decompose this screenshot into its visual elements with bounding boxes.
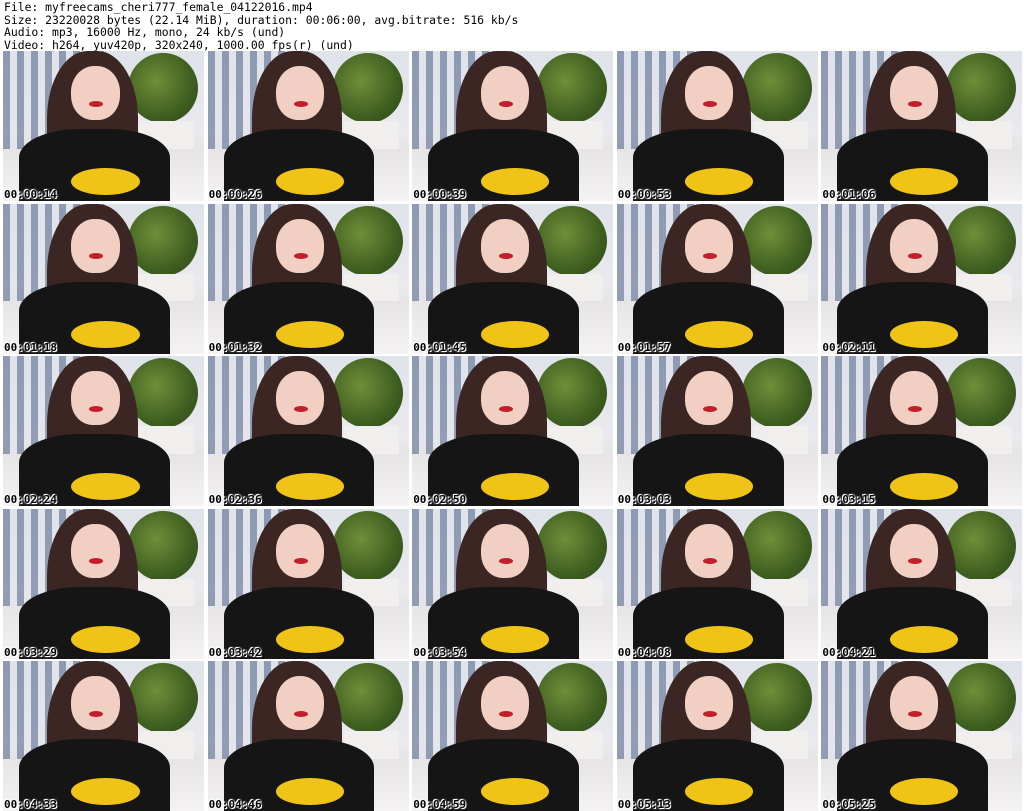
- thumbnail: 00:02:36: [207, 356, 409, 507]
- thumbnail: 00:03:54: [412, 508, 614, 659]
- plant-image: [946, 53, 1017, 123]
- thumbnail-timestamp: 00:01:18: [4, 340, 57, 354]
- thumbnail-timestamp: 00:04:08: [617, 645, 671, 659]
- thumbnail: 00:00:14: [3, 51, 204, 201]
- file-name-line: File: myfreecams_cheri777_female_0412201…: [4, 0, 313, 14]
- thumbnail: 00:02:24: [3, 356, 204, 507]
- thumbnail-timestamp: 00:04:46: [208, 798, 262, 811]
- plant-image: [537, 53, 608, 123]
- thumbnail-timestamp: 00:00:26: [208, 188, 262, 201]
- thumbnail: 00:00:39: [412, 51, 614, 201]
- plant-image: [332, 53, 403, 123]
- thumbnail: 00:02:11: [821, 203, 1023, 354]
- plant-image: [741, 358, 812, 429]
- thumbnail-timestamp: 00:03:03: [617, 493, 671, 507]
- thumbnail-timestamp: 00:05:13: [617, 798, 671, 811]
- audio-line: Audio: mp3, 16000 Hz, mono, 24 kb/s (und…: [4, 25, 286, 39]
- thumbnail-timestamp: 00:04:59: [413, 798, 467, 811]
- thumbnail-timestamp: 00:02:36: [208, 493, 262, 507]
- plant-image: [128, 205, 198, 276]
- thumbnail: 00:01:06: [821, 51, 1023, 201]
- thumbnail: 00:01:18: [3, 203, 204, 354]
- thumbnail-timestamp: 00:04:33: [4, 798, 57, 811]
- thumbnail: 00:01:57: [616, 203, 818, 354]
- plant-image: [332, 663, 403, 734]
- thumbnail: 00:03:42: [207, 508, 409, 659]
- thumbnail-timestamp: 00:03:42: [208, 645, 262, 659]
- thumbnail-timestamp: 00:00:39: [413, 188, 467, 201]
- plant-image: [537, 663, 608, 734]
- thumbnail: 00:00:26: [207, 51, 409, 201]
- plant-image: [741, 510, 812, 581]
- plant-image: [332, 358, 403, 429]
- thumbnail-timestamp: 00:03:54: [413, 645, 467, 659]
- thumbnail: 00:04:08: [616, 508, 818, 659]
- thumbnail-timestamp: 00:02:24: [4, 493, 57, 507]
- thumbnail-timestamp: 00:02:50: [413, 493, 467, 507]
- plant-image: [537, 510, 608, 581]
- thumbnail-grid: 00:00:14 00:00:26 00:00:39 00:00:53 00:0…: [3, 51, 1023, 811]
- thumbnail: 00:03:03: [616, 356, 818, 507]
- thumbnail: 00:04:46: [207, 661, 409, 811]
- plant-image: [332, 510, 403, 581]
- thumbnail-timestamp: 00:03:29: [4, 645, 57, 659]
- plant-image: [741, 205, 812, 276]
- plant-image: [128, 53, 198, 123]
- thumbnail: 00:03:29: [3, 508, 204, 659]
- thumbnail: 00:04:33: [3, 661, 204, 811]
- thumbnail: 00:02:50: [412, 356, 614, 507]
- plant-image: [946, 663, 1017, 734]
- thumbnail: 00:01:45: [412, 203, 614, 354]
- thumbnail-timestamp: 00:00:53: [617, 188, 671, 201]
- thumbnail: 00:05:25: [821, 661, 1023, 811]
- thumbnail: 00:00:53: [616, 51, 818, 201]
- thumbnail-timestamp: 00:05:25: [822, 798, 876, 811]
- file-info-header: File: myfreecams_cheri777_female_0412201…: [4, 1, 518, 51]
- thumbnail: 00:04:21: [821, 508, 1023, 659]
- thumbnail: 00:03:15: [821, 356, 1023, 507]
- plant-image: [332, 205, 403, 276]
- plant-image: [946, 358, 1017, 429]
- video-line: Video: h264, yuv420p, 320x240, 1000.00 f…: [4, 37, 354, 52]
- thumbnail-timestamp: 00:00:14: [4, 188, 57, 201]
- plant-image: [537, 358, 608, 429]
- plant-image: [741, 663, 812, 734]
- plant-image: [741, 53, 812, 123]
- thumbnail: 00:01:32: [207, 203, 409, 354]
- plant-image: [128, 663, 198, 734]
- thumbnail: 00:05:13: [616, 661, 818, 811]
- thumbnail-timestamp: 00:01:06: [822, 188, 876, 201]
- plant-image: [128, 358, 198, 429]
- thumbnail-timestamp: 00:01:32: [208, 340, 262, 354]
- plant-image: [128, 510, 198, 581]
- plant-image: [946, 510, 1017, 581]
- thumbnail-timestamp: 00:02:11: [822, 340, 876, 354]
- plant-image: [537, 205, 608, 276]
- thumbnail-timestamp: 00:01:45: [413, 340, 467, 354]
- thumbnail-timestamp: 00:04:21: [822, 645, 876, 659]
- plant-image: [946, 205, 1017, 276]
- thumbnail-timestamp: 00:01:57: [617, 340, 671, 354]
- thumbnail-timestamp: 00:03:15: [822, 493, 876, 507]
- thumbnail: 00:04:59: [412, 661, 614, 811]
